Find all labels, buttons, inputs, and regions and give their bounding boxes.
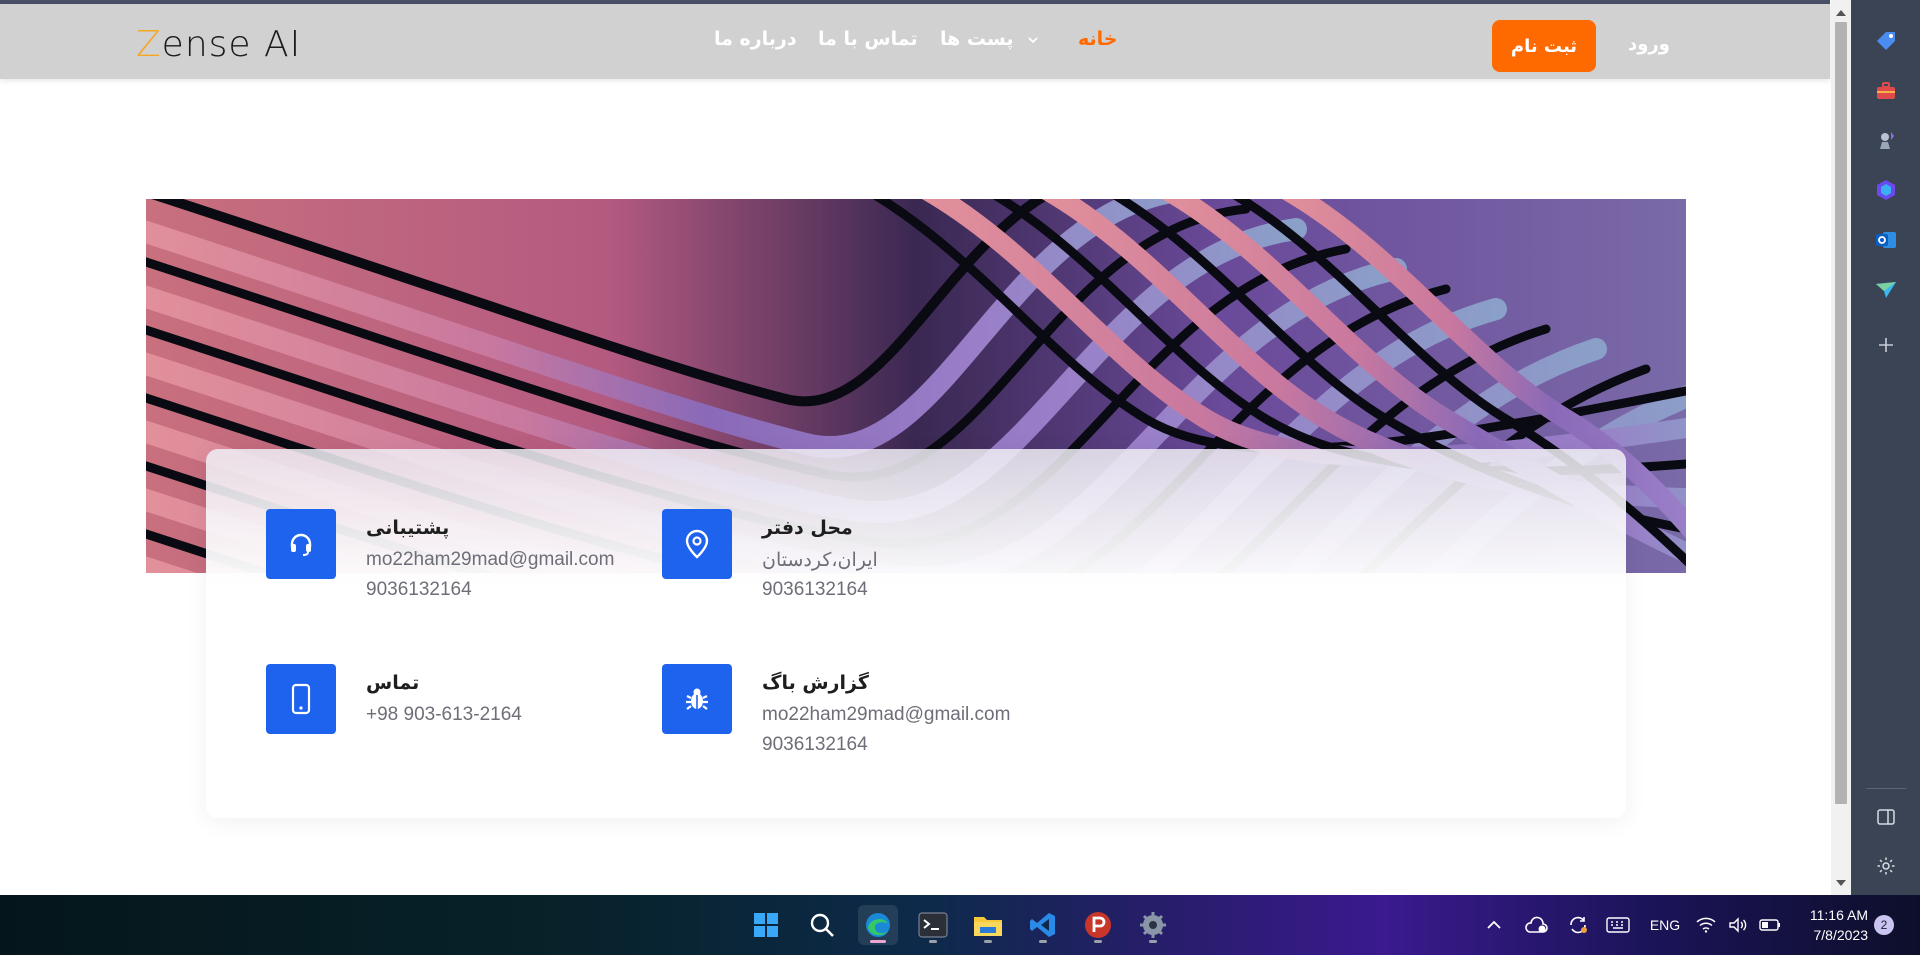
start-windows-icon[interactable] [746,905,786,945]
keyboard-icon[interactable] [1600,909,1636,941]
clock-date: 7/8/2023 [1813,927,1869,943]
contact-info-card: پشتیبانی mo22ham29mad@gmail.com 90361321… [206,449,1626,818]
call-info: تماس +98 903-613-2164 [266,664,646,774]
office-phone: 9036132164 [762,579,868,600]
copilot-icon[interactable] [1873,177,1899,203]
logo-accent-letter: Z [136,24,162,65]
terminal-icon[interactable] [913,905,953,945]
browser-side-panel [1851,0,1920,895]
send-drop-icon[interactable] [1873,277,1899,303]
shopping-tag-icon[interactable] [1873,28,1899,54]
scroll-thumb[interactable] [1835,22,1847,804]
nav-posts-label: پست ها [940,28,1014,50]
taskbar-clock[interactable]: 11:16 AM 7/8/2023 [1796,905,1868,945]
office-info: محل دفتر ایران،کردستان 9036132164 [662,509,1042,619]
settings-app-icon[interactable] [1133,905,1173,945]
battery-icon[interactable] [1756,909,1784,941]
wifi-icon[interactable] [1692,909,1720,941]
running-indicator [1094,940,1102,943]
chevron-down-icon [1028,36,1038,43]
call-title: تماس [366,672,420,694]
search-icon[interactable] [802,905,842,945]
sync-icon[interactable] [1560,909,1596,941]
clock-time: 11:16 AM [1809,907,1868,923]
outlook-icon[interactable] [1873,227,1899,253]
file-explorer-icon[interactable] [968,905,1008,945]
support-title: پشتیبانی [366,517,450,539]
signup-button[interactable]: ثبت نام [1492,20,1596,72]
volume-icon[interactable] [1724,909,1752,941]
edge-browser-icon[interactable] [858,905,898,945]
nav-about[interactable]: درباره ما [714,28,797,50]
nav-contact[interactable]: تماس با ما [818,28,918,50]
support-phone: 9036132164 [366,579,472,600]
scroll-down-arrow-icon[interactable] [1836,880,1846,886]
call-phone[interactable]: +98 903-613-2164 [366,704,522,726]
language-indicator[interactable]: ENG [1645,909,1685,941]
bug-icon [662,664,732,734]
bug-report-email[interactable]: mo22ham29mad@gmail.com [762,704,1010,726]
site-navbar: Zense AI درباره ما تماس با ما پست ها خان… [0,4,1830,79]
active-indicator [870,940,886,943]
games-chess-icon[interactable] [1873,127,1899,153]
side-panel-toggle-icon[interactable] [1873,804,1899,830]
mobile-phone-icon [266,664,336,734]
settings-gear-icon[interactable] [1873,853,1899,879]
nav-home[interactable]: خانه [1078,28,1117,50]
bug-report-title: گزارش باگ [762,672,869,694]
onedrive-cloud-icon[interactable] [1518,909,1554,941]
office-address: ایران،کردستان [762,550,878,571]
page-scrollbar[interactable] [1831,0,1851,895]
nav-posts[interactable]: پست ها [940,28,1038,50]
running-indicator [1149,940,1157,943]
office-title: محل دفتر [762,517,853,539]
bug-report-phone: 9036132164 [762,734,868,755]
site-logo[interactable]: Zense AI [136,24,302,65]
login-link[interactable]: ورود [1628,34,1670,55]
add-icon[interactable] [1873,332,1899,358]
tools-briefcase-icon[interactable] [1873,78,1899,104]
psiphon-icon[interactable] [1078,905,1118,945]
logo-text: ense AI [161,24,302,65]
support-info: پشتیبانی mo22ham29mad@gmail.com 90361321… [266,509,646,619]
location-pin-icon [662,509,732,579]
notification-badge[interactable]: 2 [1874,915,1894,935]
windows-taskbar: ENG 11:16 AM 7/8/2023 2 [0,895,1920,955]
bug-report-info: گزارش باگ mo22ham29mad@gmail.com 9036132… [662,664,1082,774]
scroll-up-arrow-icon[interactable] [1836,10,1846,16]
running-indicator [984,940,992,943]
running-indicator [929,940,937,943]
support-email[interactable]: mo22ham29mad@gmail.com [366,549,614,571]
side-panel-divider [1866,788,1906,789]
vscode-icon[interactable] [1023,905,1063,945]
show-hidden-icons-chevron-up-icon[interactable] [1476,909,1512,941]
running-indicator [1039,940,1047,943]
headset-icon [266,509,336,579]
language-label: ENG [1649,917,1681,933]
